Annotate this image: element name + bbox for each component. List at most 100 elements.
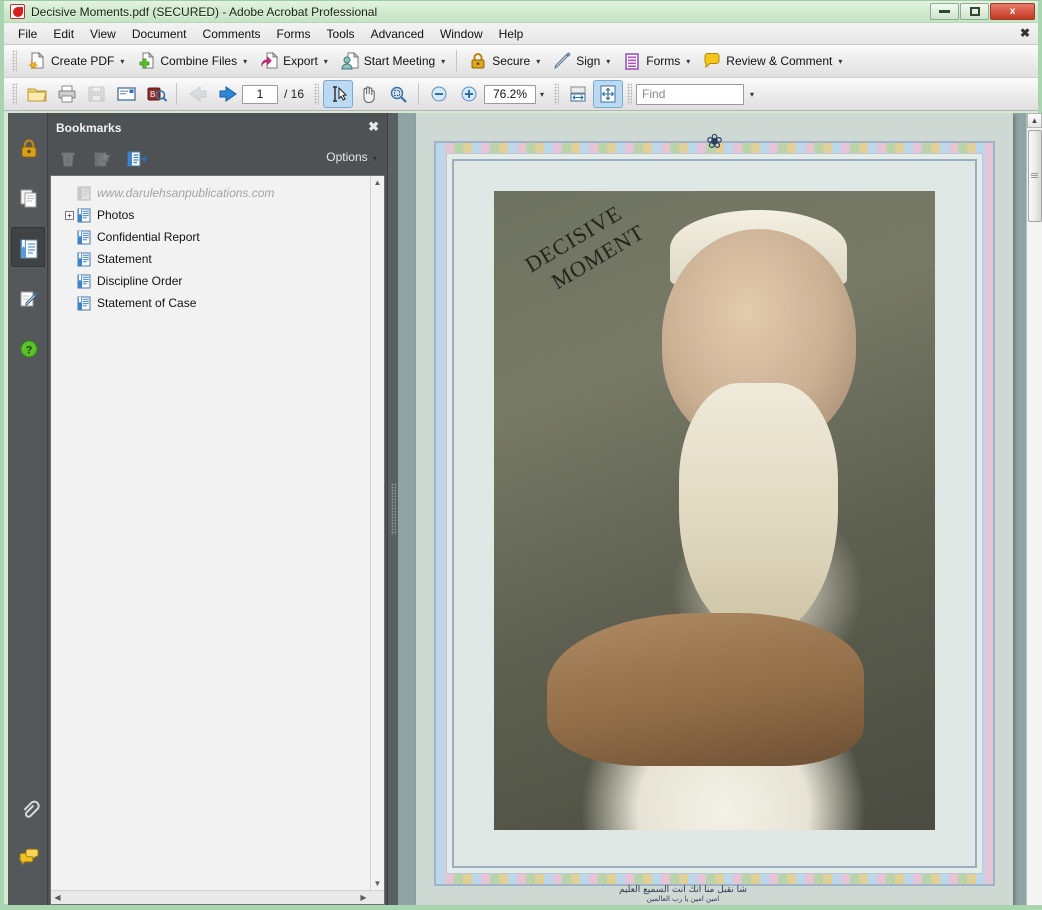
open-button[interactable]	[21, 80, 51, 108]
new-bookmark-icon[interactable]	[92, 149, 112, 169]
close-button[interactable]: x	[990, 3, 1035, 20]
sidebar-item-pages[interactable]	[11, 177, 45, 217]
menu-window[interactable]: Window	[432, 24, 491, 44]
sidebar-item-comments[interactable]	[11, 837, 45, 877]
minimize-button[interactable]	[930, 3, 959, 20]
lock-icon	[18, 137, 38, 157]
chevron-down-icon[interactable]: ▾	[686, 57, 690, 66]
sidebar-item-bookmarks[interactable]	[11, 227, 45, 267]
toolbar-grip[interactable]	[12, 83, 17, 105]
chevron-down-icon[interactable]: ▾	[606, 57, 610, 66]
list-item[interactable]: www.darulehsanpublications.com	[55, 182, 382, 204]
find-chevron-down-icon[interactable]: ▾	[750, 90, 754, 99]
secure-button[interactable]: Secure ▾	[462, 47, 546, 75]
secure-lock-icon	[468, 51, 488, 71]
document-vertical-scrollbar[interactable]: ▲	[1026, 113, 1042, 905]
navigation-rail-bottom	[8, 787, 48, 887]
document-view[interactable]: ❀ DECISIVE MOMENT شا نقبل منا انك	[398, 113, 1042, 905]
sign-button[interactable]: Sign ▾	[546, 47, 616, 75]
find-input[interactable]: Find	[636, 84, 744, 105]
bookmarks-list[interactable]: www.darulehsanpublications.com +	[50, 175, 385, 905]
email-icon	[116, 84, 136, 104]
toolbar-grip[interactable]	[314, 83, 319, 105]
menu-document[interactable]: Document	[124, 24, 195, 44]
bookmark-label: Statement of Case	[97, 296, 196, 310]
panel-splitter[interactable]	[388, 113, 398, 905]
list-item[interactable]: Discipline Order	[55, 270, 382, 292]
list-item[interactable]: Statement of Case	[55, 292, 382, 314]
bookmarks-options-button[interactable]: Options ▾	[326, 150, 377, 164]
scroll-left-icon[interactable]: ◀	[51, 891, 64, 904]
export-label: Export	[283, 54, 318, 68]
bookmarks-horizontal-scrollbar[interactable]: ◀ ▶	[51, 890, 384, 904]
chevron-down-icon[interactable]: ▾	[373, 154, 377, 163]
review-comment-label: Review & Comment	[726, 54, 832, 68]
trash-icon[interactable]	[58, 149, 78, 169]
fit-page-button[interactable]	[593, 80, 623, 108]
chevron-down-icon[interactable]: ▾	[120, 57, 124, 66]
scroll-up-icon[interactable]: ▲	[371, 176, 384, 189]
menu-forms[interactable]: Forms	[269, 24, 319, 44]
menu-view[interactable]: View	[82, 24, 124, 44]
menu-edit[interactable]: Edit	[45, 24, 82, 44]
menu-advanced[interactable]: Advanced	[363, 24, 432, 44]
expand-toggle-icon[interactable]: +	[65, 211, 74, 220]
sidebar-item-howto[interactable]: ?	[11, 327, 45, 367]
toolbar-grip[interactable]	[554, 83, 559, 105]
page-number-input[interactable]: 1	[242, 85, 278, 104]
list-item[interactable]: + Photos	[55, 204, 382, 226]
toolbar-grip[interactable]	[12, 50, 17, 72]
marquee-zoom-button[interactable]	[383, 80, 413, 108]
sidebar-item-attachments[interactable]	[11, 787, 45, 827]
close-document-icon[interactable]: ✖	[1020, 26, 1030, 40]
doc-scrollbar-thumb[interactable]	[1028, 130, 1042, 222]
list-item[interactable]: Statement	[55, 248, 382, 270]
photo-beard	[679, 383, 838, 639]
bookmarks-rows: www.darulehsanpublications.com +	[51, 176, 384, 314]
select-tool-button[interactable]	[323, 80, 353, 108]
zoom-chevron-down-icon[interactable]: ▾	[540, 90, 544, 99]
restore-button[interactable]	[960, 3, 989, 20]
scroll-right-icon[interactable]: ▶	[357, 891, 370, 904]
sidebar-item-signatures[interactable]	[11, 277, 45, 317]
print-button[interactable]	[51, 80, 81, 108]
next-page-button[interactable]	[212, 80, 242, 108]
bridge-button[interactable]: Br	[141, 80, 171, 108]
hand-tool-button[interactable]	[353, 80, 383, 108]
menu-file[interactable]: File	[10, 24, 45, 44]
chevron-down-icon[interactable]: ▾	[243, 57, 247, 66]
previous-page-button[interactable]	[182, 80, 212, 108]
bookmarks-close-icon[interactable]: ✖	[368, 119, 379, 135]
zoom-out-button[interactable]	[424, 80, 454, 108]
create-pdf-button[interactable]: Create PDF ▾	[21, 47, 130, 75]
review-comment-button[interactable]: Review & Comment ▾	[696, 47, 848, 75]
menu-help[interactable]: Help	[491, 24, 532, 44]
chevron-down-icon[interactable]: ▾	[441, 57, 445, 66]
expand-current-bookmark-icon[interactable]	[126, 149, 146, 169]
save-icon	[86, 84, 106, 104]
email-button[interactable]	[111, 80, 141, 108]
chevron-down-icon[interactable]: ▾	[536, 57, 540, 66]
chevron-down-icon[interactable]: ▾	[838, 57, 842, 66]
forms-button[interactable]: Forms ▾	[616, 47, 696, 75]
start-meeting-button[interactable]: Start Meeting ▾	[334, 47, 451, 75]
doc-scroll-up-icon[interactable]: ▲	[1027, 113, 1042, 128]
combine-files-button[interactable]: Combine Files ▾	[130, 47, 253, 75]
zoom-level-input[interactable]: 76.2%	[484, 85, 536, 104]
bookmarks-vertical-scrollbar[interactable]: ▲ ▼	[370, 176, 384, 890]
scroll-down-icon[interactable]: ▼	[371, 877, 384, 890]
title-bar: Decisive Moments.pdf (SECURED) - Adobe A…	[4, 1, 1038, 23]
export-button[interactable]: Export ▾	[253, 47, 334, 75]
menu-tools[interactable]: Tools	[319, 24, 363, 44]
chevron-down-icon[interactable]: ▾	[324, 57, 328, 66]
comments-bubble-icon	[18, 847, 38, 867]
save-button[interactable]	[81, 80, 111, 108]
zoom-in-button[interactable]	[454, 80, 484, 108]
sidebar-item-security[interactable]	[11, 127, 45, 167]
toolbar-grip[interactable]	[627, 83, 632, 105]
fit-width-button[interactable]	[563, 80, 593, 108]
menu-comments[interactable]: Comments	[195, 24, 269, 44]
list-item[interactable]: Confidential Report	[55, 226, 382, 248]
arabic-sub-text: امين امين يا رب العالمين	[619, 895, 747, 903]
zoom-out-icon	[429, 84, 449, 104]
